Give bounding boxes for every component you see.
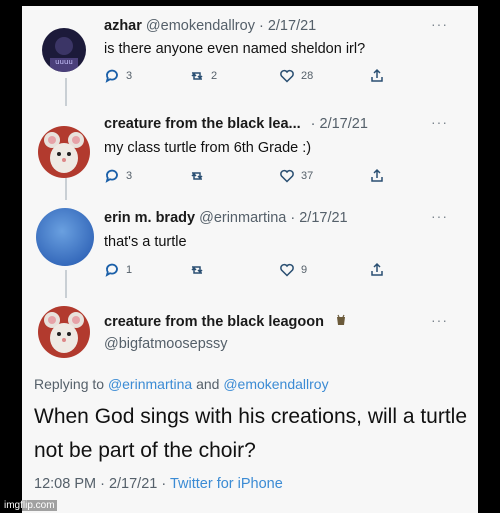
tweet-date: · 2/17/21: [258, 18, 317, 34]
tweet-date: · 2/17/21: [290, 210, 348, 226]
retweet-button[interactable]: [189, 262, 211, 278]
avatar-mouse-plush-icon: [38, 126, 90, 178]
share-icon: [371, 68, 383, 82]
handle[interactable]: @bigfatmoosepssy: [104, 336, 228, 352]
tweet-timestamp-line: 12:08 PM · 2/17/21 · Twitter for iPhone: [34, 476, 283, 492]
tweet-azhar[interactable]: uuuu azhar @emokendallroy · 2/17/21 ··· …: [22, 6, 478, 106]
replying-and-label: and: [196, 376, 220, 392]
replying-to-label: Replying to: [34, 376, 105, 392]
watermark: imgflip.com: [2, 500, 57, 511]
avatar-blue-photo-icon: [36, 208, 94, 266]
twitter-thread-screen: uuuu azhar @emokendallroy · 2/17/21 ··· …: [22, 6, 478, 513]
handle[interactable]: @erinmartina: [199, 210, 286, 226]
reply-button[interactable]: 3: [104, 168, 132, 184]
tweet-text: my class turtle from 6th Grade :): [104, 140, 312, 156]
svg-text:uuuu: uuuu: [55, 58, 73, 66]
display-name[interactable]: azhar: [104, 18, 142, 34]
retweet-count: 2: [211, 70, 218, 82]
display-name[interactable]: creature from the black lea...: [104, 116, 301, 132]
like-count: 37: [301, 170, 314, 182]
heart-icon: [280, 69, 294, 83]
like-count: 28: [301, 70, 314, 82]
reply-count: 1: [126, 264, 133, 276]
tweet-actions: 3 37: [104, 168, 404, 188]
main-tweet-text: When God sings with his creations, will …: [34, 405, 468, 462]
main-tweet[interactable]: creature from the black leagoon @bigfatm…: [22, 298, 478, 513]
reply-user-link[interactable]: @emokendallroy: [223, 376, 328, 392]
tweet-actions: 3 2 28: [104, 68, 404, 88]
tweet-actions: 1 9: [104, 262, 404, 282]
more-options-icon[interactable]: ···: [431, 114, 448, 130]
share-icon: [371, 262, 383, 276]
source-app-link[interactable]: Twitter for iPhone: [170, 476, 283, 492]
avatar-mouse-plush-icon: [38, 306, 90, 358]
share-button[interactable]: [369, 262, 385, 278]
like-button[interactable]: 9: [279, 262, 307, 278]
video-frame: uuuu azhar @emokendallroy · 2/17/21 ··· …: [0, 0, 500, 513]
more-options-icon[interactable]: ···: [431, 312, 448, 328]
retweet-icon: [191, 72, 203, 80]
cup-emoji-icon: [337, 314, 346, 325]
tweet-creature-reply[interactable]: creature from the black lea... · 2/17/21…: [22, 106, 478, 202]
retweet-button[interactable]: [189, 168, 211, 184]
like-count: 9: [301, 264, 308, 276]
share-button[interactable]: [369, 68, 385, 84]
retweet-icon: [191, 172, 203, 180]
handle[interactable]: @emokendallroy: [146, 18, 255, 34]
more-options-icon[interactable]: ···: [431, 208, 448, 224]
display-name[interactable]: erin m. brady: [104, 210, 195, 226]
retweet-button[interactable]: 2: [189, 68, 217, 84]
reply-button[interactable]: 1: [104, 262, 132, 278]
heart-icon: [280, 169, 294, 183]
avatar[interactable]: [36, 208, 94, 266]
more-options-icon[interactable]: ···: [431, 16, 448, 32]
avatar[interactable]: [38, 306, 90, 358]
share-icon: [371, 168, 383, 182]
like-button[interactable]: 37: [279, 168, 313, 184]
reply-icon: [105, 169, 118, 183]
avatar[interactable]: [38, 126, 90, 178]
tweet-erin[interactable]: erin m. brady @erinmartina · 2/17/21 ···…: [22, 202, 478, 298]
like-button[interactable]: 28: [279, 68, 313, 84]
tweet-date: · 2/17/21: [310, 116, 368, 132]
tweet-text: that's a turtle: [104, 234, 187, 250]
tweet-time: 12:08 PM · 2/17/21 ·: [34, 476, 167, 492]
reply-user-link[interactable]: @erinmartina: [108, 376, 192, 392]
avatar-dark-figure-icon: uuuu: [42, 28, 86, 72]
replying-to-line: Replying to @erinmartina and @emokendall…: [34, 376, 329, 392]
reply-icon: [105, 263, 118, 277]
avatar[interactable]: uuuu: [42, 28, 86, 72]
reply-button[interactable]: 3: [104, 68, 132, 84]
tweet-text: is there anyone even named sheldon irl?: [104, 41, 366, 57]
reply-count: 3: [126, 70, 133, 82]
share-button[interactable]: [369, 168, 385, 184]
reply-icon: [105, 69, 118, 83]
retweet-icon: [191, 266, 203, 274]
heart-icon: [280, 263, 294, 277]
reply-count: 3: [126, 170, 133, 182]
display-name[interactable]: creature from the black leagoon: [104, 314, 324, 330]
